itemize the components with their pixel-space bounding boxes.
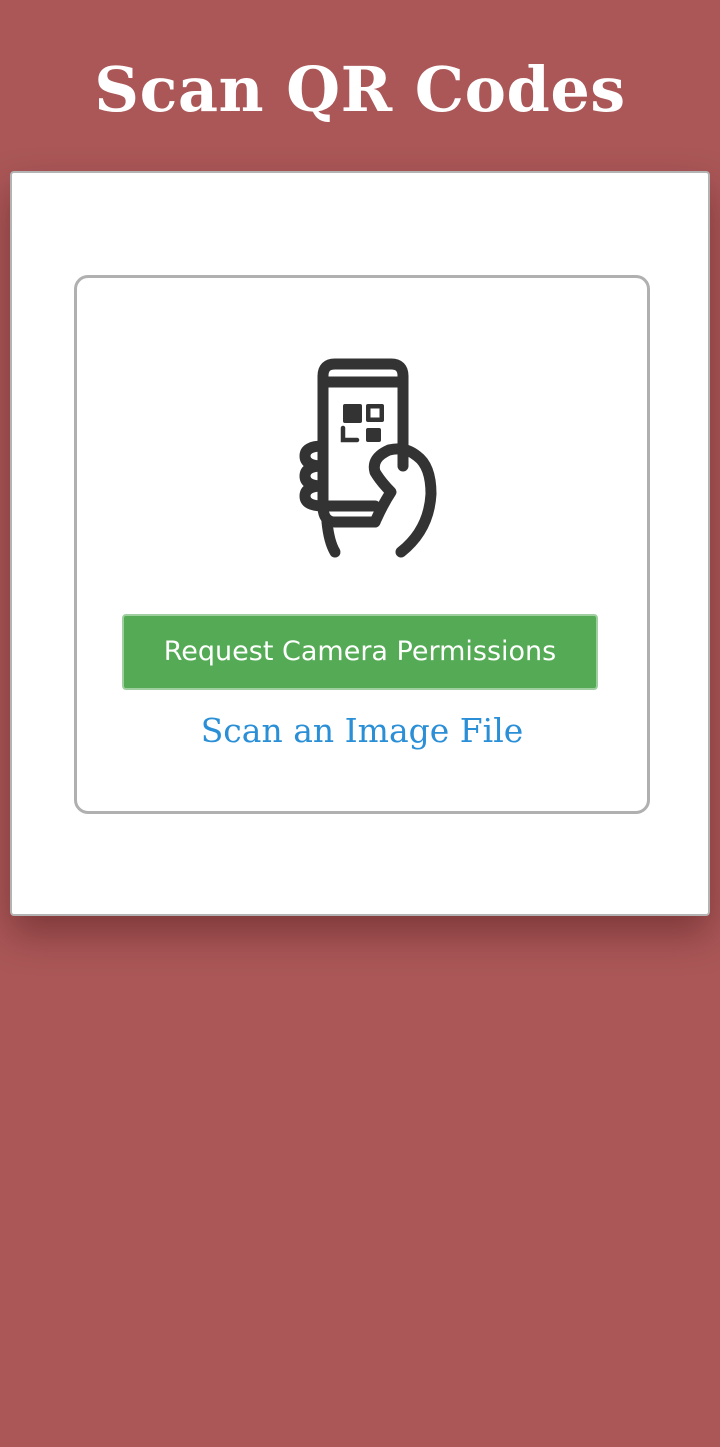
scan-region: Request Camera Permissions Scan an Image… — [74, 275, 650, 814]
scan-image-file-link[interactable]: Scan an Image File — [77, 708, 647, 754]
scanner-card: Request Camera Permissions Scan an Image… — [10, 171, 710, 916]
page-title: Scan QR Codes — [94, 53, 626, 126]
request-camera-permissions-button[interactable]: Request Camera Permissions — [122, 614, 598, 690]
phone-qr-scan-icon — [299, 358, 437, 558]
